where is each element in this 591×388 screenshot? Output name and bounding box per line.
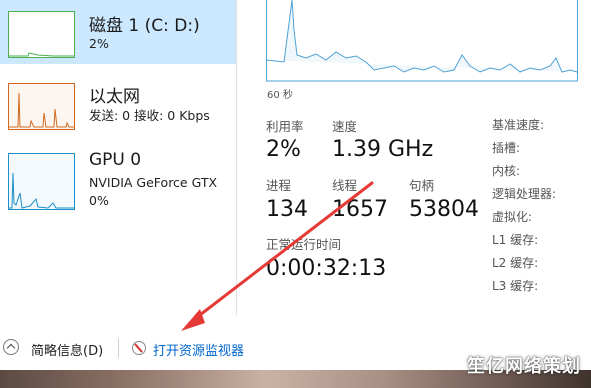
cpu-utilization-graph bbox=[266, 0, 578, 82]
processes-value: 134 bbox=[266, 197, 308, 222]
uptime-value: 0:00:32:13 bbox=[266, 256, 387, 281]
performance-sidebar: 磁盘 1 (C: D:) 2% 以太网 发送: 0 接收: 0 Kbps GPU… bbox=[0, 0, 236, 315]
watermark-text: 笙亿网络策划 bbox=[467, 356, 581, 377]
l2-cache-label: L2 缓存: bbox=[492, 256, 539, 270]
handles-label: 句柄 bbox=[409, 178, 435, 193]
gpu-usage: 0% bbox=[89, 193, 109, 208]
graph-time-label: 60 秒 bbox=[267, 90, 293, 101]
fewer-details-button[interactable]: 简略信息(D) bbox=[31, 340, 103, 359]
gpu-model: NVIDIA GeForce GTX bbox=[89, 175, 218, 190]
logical-processors-label: 逻辑处理器: bbox=[492, 187, 557, 201]
chevron-up-icon[interactable] bbox=[3, 339, 19, 355]
disk-thumbnail-graph bbox=[8, 11, 75, 58]
utilization-value: 2% bbox=[266, 137, 301, 162]
ethernet-throughput: 发送: 0 接收: 0 Kbps bbox=[89, 108, 210, 123]
virtualization-label: 虚拟化: bbox=[492, 210, 533, 224]
speed-label: 速度 bbox=[332, 119, 358, 134]
cores-label: 内核: bbox=[492, 164, 521, 178]
threads-value: 1657 bbox=[332, 197, 388, 222]
l1-cache-label: L1 缓存: bbox=[492, 233, 539, 247]
gpu-title: GPU 0 bbox=[89, 150, 142, 170]
sidebar-item-disk[interactable]: 磁盘 1 (C: D:) 2% bbox=[0, 0, 236, 64]
sidebar-divider bbox=[236, 0, 237, 315]
sidebar-item-gpu[interactable]: GPU 0 NVIDIA GeForce GTX 0% bbox=[0, 148, 236, 220]
sockets-label: 插槽: bbox=[492, 141, 521, 155]
disk-title: 磁盘 1 (C: D:) bbox=[89, 16, 200, 36]
utilization-label: 利用率 bbox=[266, 119, 304, 134]
resource-monitor-icon bbox=[132, 341, 146, 355]
speed-value: 1.39 GHz bbox=[332, 137, 434, 162]
ethernet-title: 以太网 bbox=[89, 87, 140, 107]
processes-label: 进程 bbox=[266, 178, 292, 193]
sidebar-item-ethernet[interactable]: 以太网 发送: 0 接收: 0 Kbps bbox=[0, 74, 236, 138]
l3-cache-label: L3 缓存: bbox=[492, 279, 539, 293]
open-resource-monitor-link[interactable]: 打开资源监视器 bbox=[153, 340, 244, 359]
gpu-thumbnail-graph bbox=[8, 153, 75, 210]
base-speed-label: 基准速度: bbox=[492, 118, 545, 132]
handles-value: 53804 bbox=[409, 197, 479, 222]
disk-usage: 2% bbox=[89, 36, 109, 51]
threads-label: 线程 bbox=[332, 178, 358, 193]
uptime-label: 正常运行时间 bbox=[266, 237, 342, 252]
footer-separator bbox=[118, 338, 119, 358]
ethernet-thumbnail-graph bbox=[8, 83, 75, 130]
